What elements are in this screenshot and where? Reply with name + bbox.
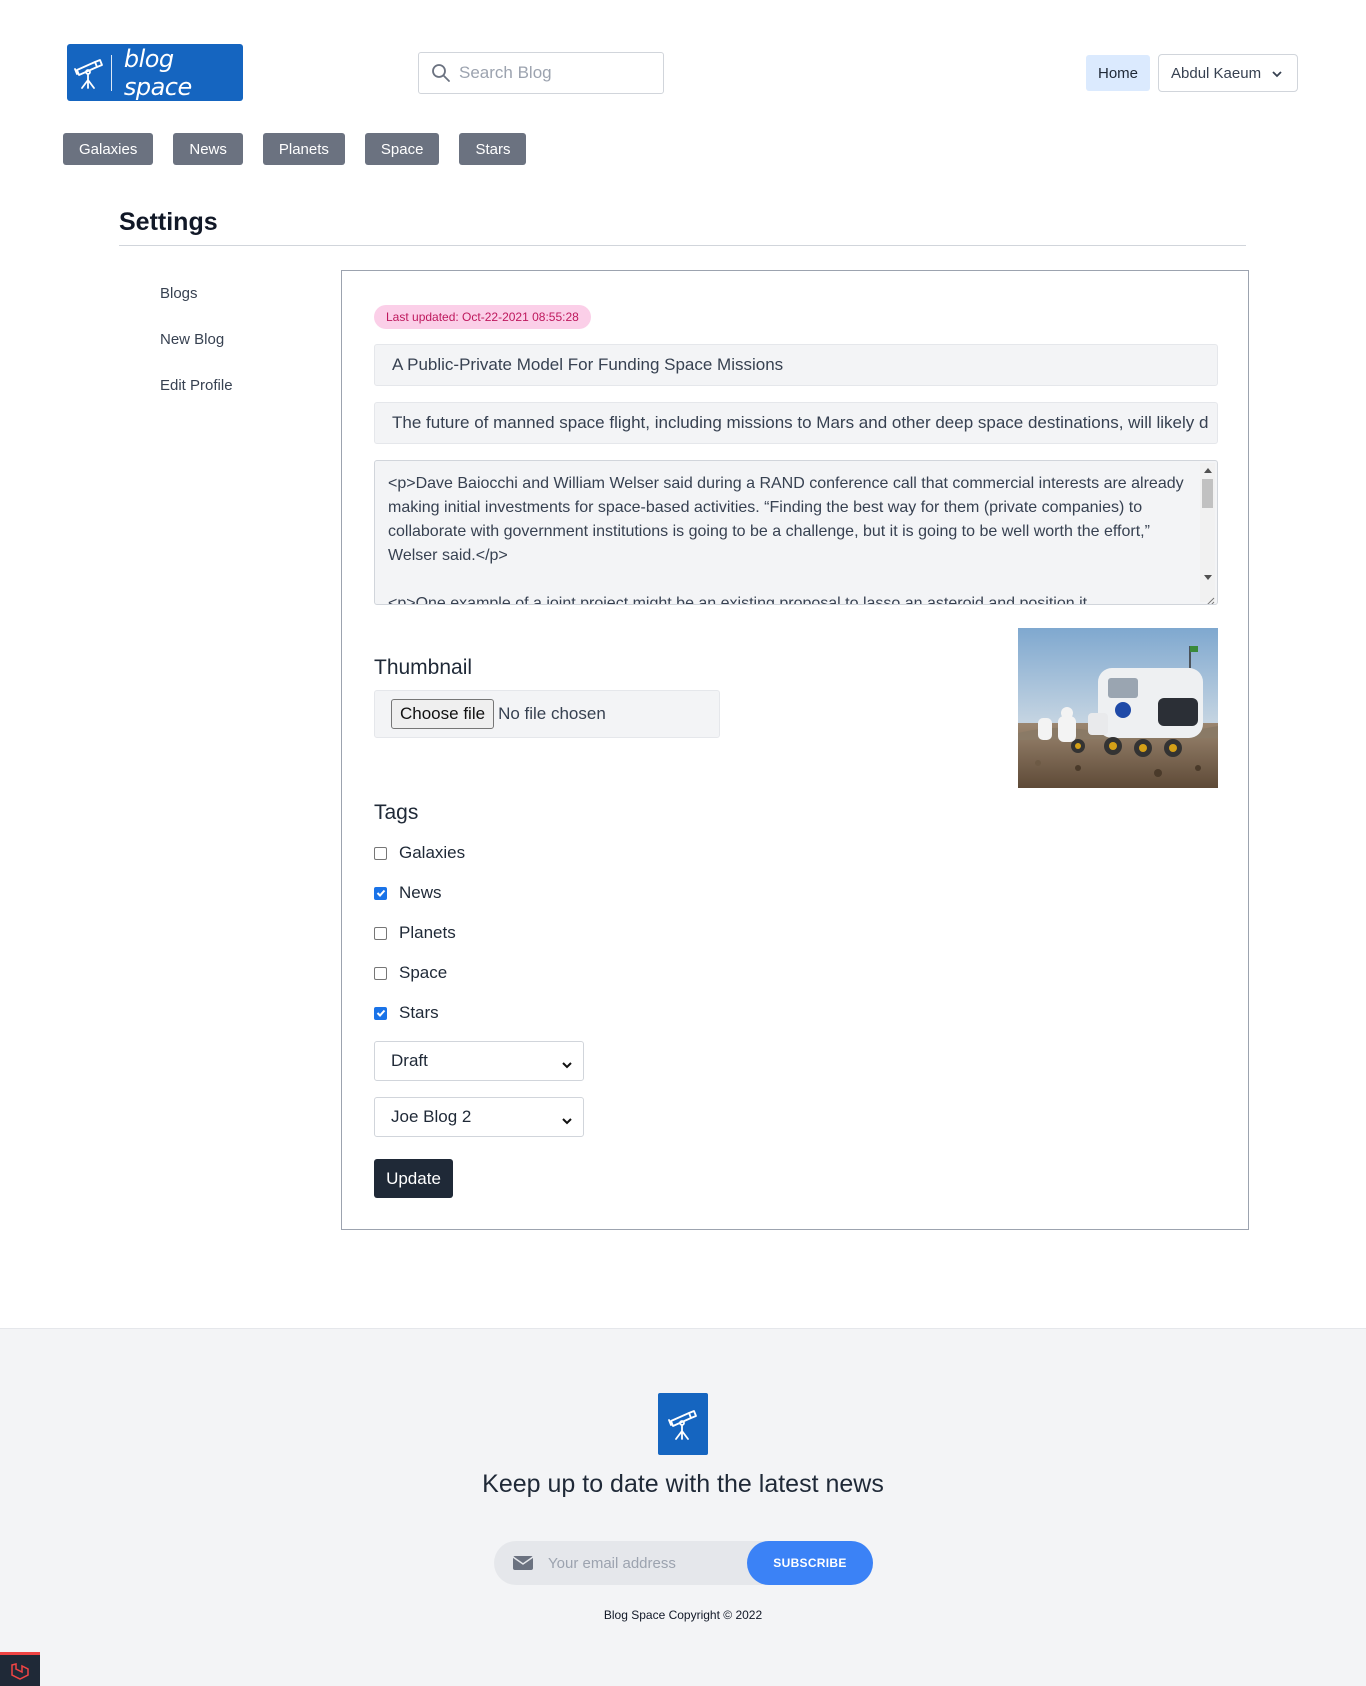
body-paragraph: <p>Dave Baiocchi and William Welser said… [388,475,1184,564]
envelope-icon [512,1554,534,1572]
sidebar-item-edit-profile[interactable]: Edit Profile [160,377,233,423]
thumbnail-file-input[interactable]: Choose file No file chosen [374,690,720,738]
page-title: Settings [119,208,218,236]
newsletter-heading: Keep up to date with the latest news [482,1470,884,1498]
search-input[interactable] [459,63,649,83]
tag-option-galaxies[interactable]: Galaxies [374,842,465,864]
tag-option-label: Galaxies [399,843,466,862]
author-selected-value: Joe Blog 2 [391,1107,472,1126]
chevron-down-icon [561,1112,573,1125]
status-selected-value: Draft [391,1051,428,1070]
home-button[interactable]: Home [1086,55,1150,91]
file-status: No file chosen [498,704,606,723]
tags-label: Tags [374,801,419,824]
checkbox-galaxies[interactable] [374,846,387,860]
textarea-scrollbar[interactable] [1200,463,1215,602]
edit-blog-form: Last updated: Oct-22-2021 08:55:28 A Pub… [341,270,1249,1230]
thumbnail-label: Thumbnail [374,656,473,679]
divider [119,245,1246,246]
user-menu-button[interactable]: Abdul Kaeum [1158,54,1298,92]
tag-option-news[interactable]: News [374,882,442,904]
logo-text: blog space [123,44,192,101]
title-input[interactable]: A Public-Private Model For Funding Space… [374,344,1218,386]
update-button[interactable]: Update [374,1159,453,1198]
scroll-thumb[interactable] [1202,479,1213,508]
summary-input[interactable]: The future of manned space flight, inclu… [374,402,1218,444]
tag-option-label: Stars [399,1003,439,1022]
tag-option-planets[interactable]: Planets [374,922,456,944]
settings-sidebar: Blogs New Blog Edit Profile [160,285,233,423]
checkbox-space[interactable] [374,966,387,980]
tag-option-label: Space [399,963,448,982]
logo-divider [110,54,112,91]
copyright-text: Blog Space Copyright © 2022 [603,1608,763,1622]
tag-option-label: Planets [399,923,456,942]
chevron-down-icon [1271,67,1283,79]
chevron-down-icon [561,1056,573,1069]
thumbnail-preview-image [1018,628,1218,788]
category-news[interactable]: News [173,133,243,165]
search-icon [431,63,451,83]
search-box[interactable] [418,52,664,94]
sidebar-item-new-blog[interactable]: New Blog [160,331,233,377]
checkbox-planets[interactable] [374,926,387,940]
email-field[interactable] [548,1541,738,1585]
last-updated-badge: Last updated: Oct-22-2021 08:55:28 [374,305,591,329]
category-space[interactable]: Space [364,133,440,165]
category-galaxies[interactable]: Galaxies [63,133,154,165]
body-paragraph: <p>One example of a joint project might … [388,595,1088,605]
checkbox-news[interactable] [374,886,387,900]
tag-option-label: News [399,883,442,902]
site-footer: Keep up to date with the latest news SUB… [0,1328,1366,1686]
scroll-down-arrow[interactable] [1204,575,1212,580]
resize-handle-icon[interactable] [1204,591,1215,604]
scroll-up-arrow[interactable] [1204,468,1212,473]
sidebar-item-blogs[interactable]: Blogs [160,285,233,331]
debug-bar-icon[interactable] [0,1652,40,1686]
choose-file-button[interactable]: Choose file [391,699,495,729]
site-logo[interactable]: blog space [67,44,243,101]
user-name: Abdul Kaeum [1171,64,1262,82]
tag-option-space[interactable]: Space [374,962,447,984]
body-textarea[interactable]: <p>Dave Baiocchi and William Welser said… [374,460,1218,605]
status-select[interactable]: Draft [374,1041,584,1081]
newsletter-form: SUBSCRIBE [494,1541,873,1585]
category-planets[interactable]: Planets [262,133,345,165]
telescope-icon [67,44,111,101]
author-select[interactable]: Joe Blog 2 [374,1097,584,1137]
telescope-icon [658,1393,708,1455]
subscribe-button[interactable]: SUBSCRIBE [747,1541,873,1585]
category-stars[interactable]: Stars [459,133,527,165]
category-nav: Galaxies News Planets Space Stars [63,133,546,165]
checkbox-stars[interactable] [374,1006,387,1020]
tag-option-stars[interactable]: Stars [374,1002,439,1024]
